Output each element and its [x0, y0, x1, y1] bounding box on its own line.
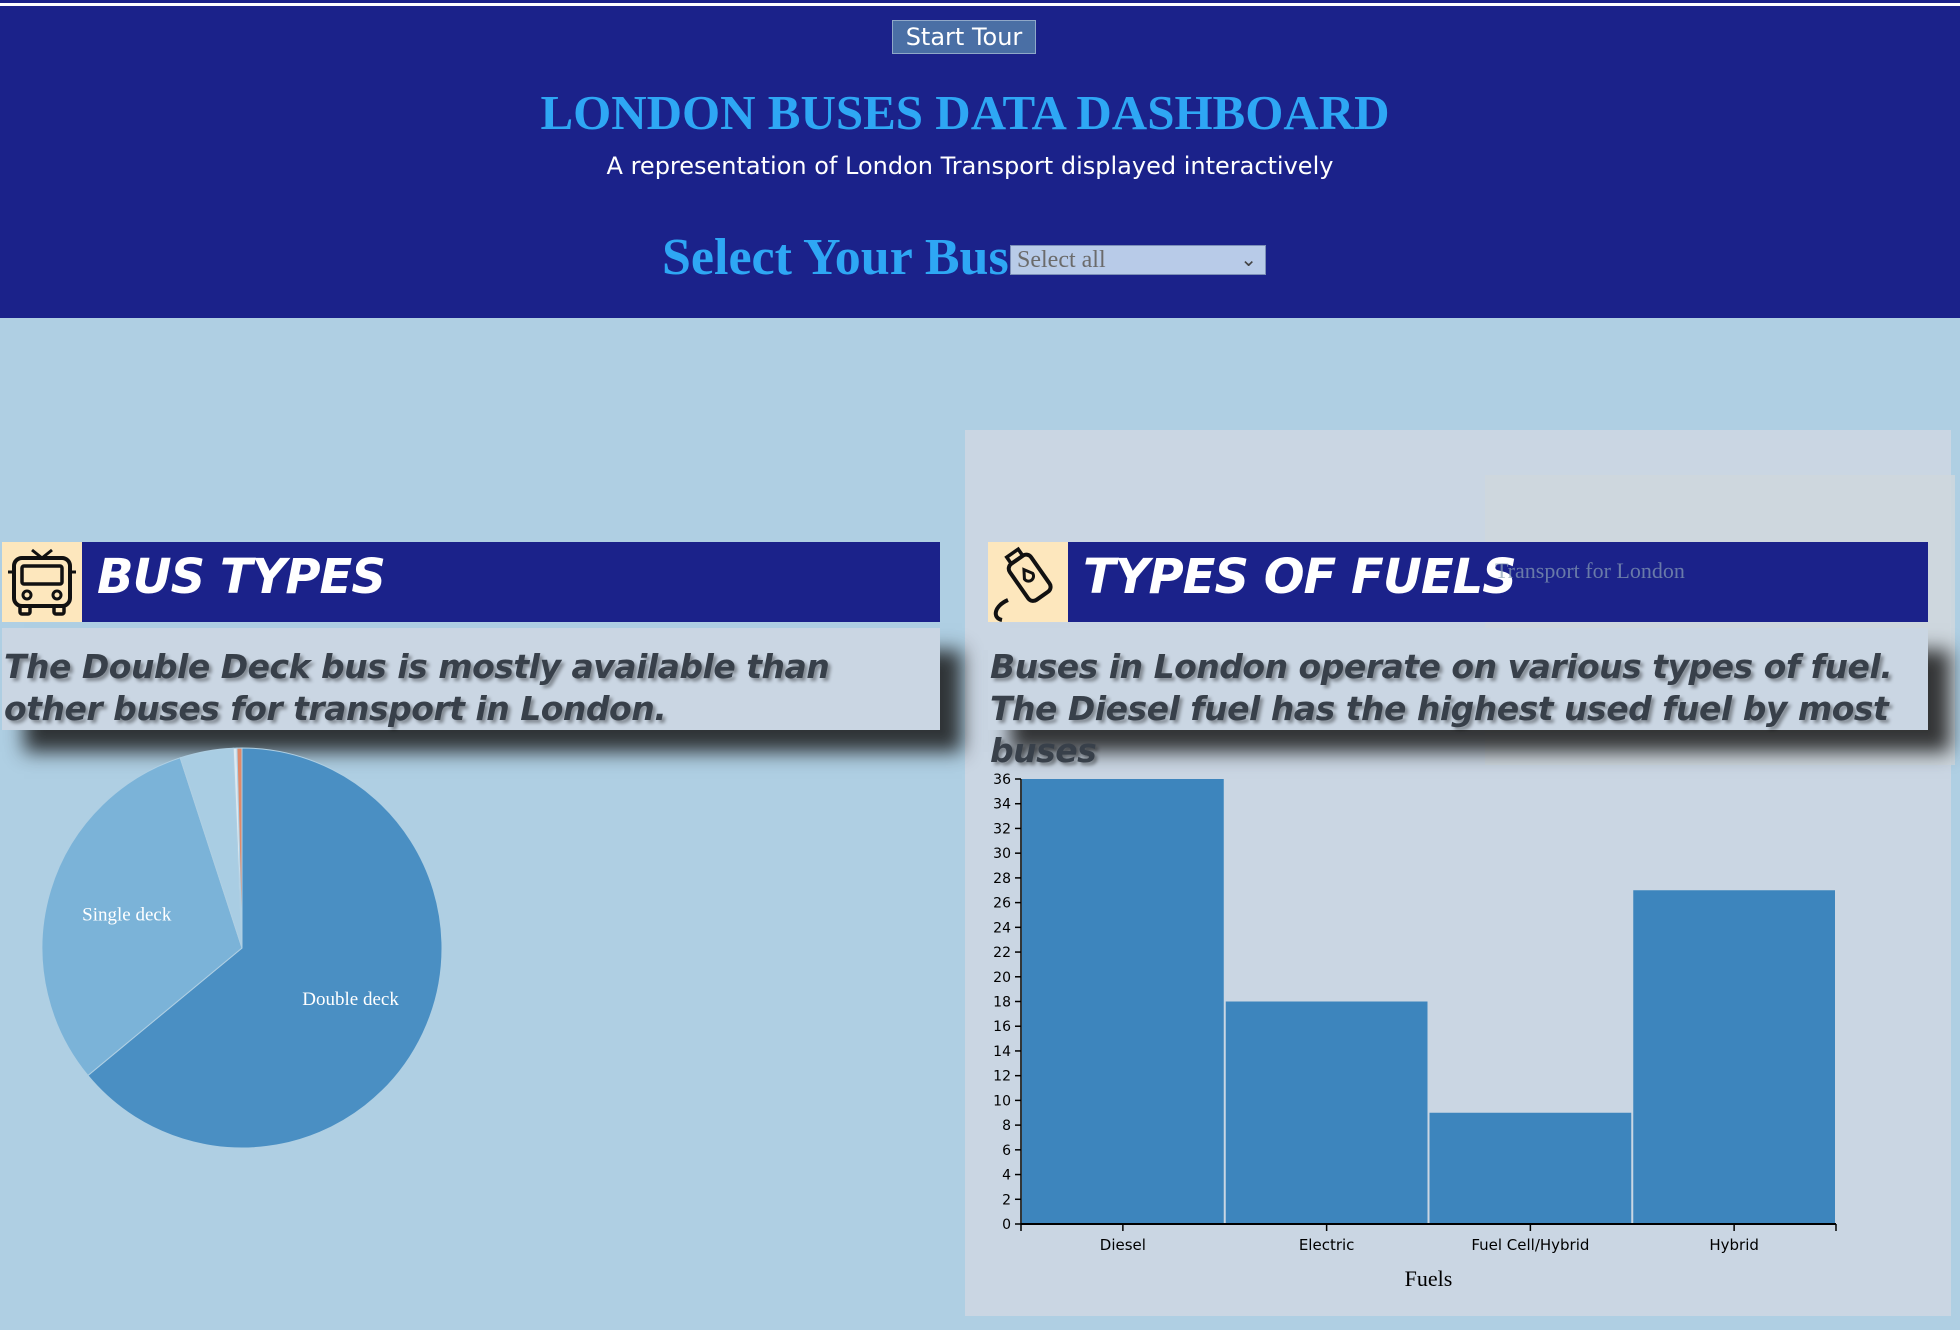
- bus-types-description: The Double Deck bus is mostly available …: [4, 647, 830, 728]
- watermark-text: Transport for London: [1495, 558, 1685, 583]
- y-tick-label: 30: [993, 846, 1011, 862]
- y-tick-label: 16: [993, 1019, 1011, 1035]
- y-tick-label: 4: [1002, 1168, 1011, 1184]
- top-rule: [0, 3, 1960, 6]
- y-tick-label: 2: [1002, 1192, 1011, 1208]
- fuel-pump-icon: [988, 542, 1068, 622]
- y-tick-label: 14: [993, 1044, 1011, 1060]
- bus-select-value: Select all: [1017, 247, 1106, 273]
- x-tick-label: Electric: [1299, 1236, 1355, 1254]
- select-bus-label: Select Your Bus: [662, 229, 1009, 286]
- fuels-heading: TYPES OF FUELS: [1083, 549, 1517, 605]
- y-tick-label: 34: [993, 797, 1011, 813]
- page-subtitle: A representation of London Transport dis…: [606, 152, 1334, 180]
- start-tour-button[interactable]: Start Tour: [892, 20, 1036, 54]
- bar[interactable]: [1225, 1001, 1428, 1225]
- x-tick-label: Hybrid: [1709, 1236, 1759, 1254]
- fuels-description: Buses in London operate on various types…: [990, 647, 1893, 770]
- y-tick-label: 10: [993, 1093, 1011, 1109]
- y-tick-label: 18: [993, 995, 1011, 1011]
- pie-chart-svg: Double deck Single deck: [41, 747, 443, 1149]
- y-tick-label: 8: [1002, 1118, 1011, 1134]
- bus-types-heading: BUS TYPES: [97, 549, 386, 605]
- bar-chart-svg: 024681012141618202224262830323436Diesel E…: [993, 772, 1837, 1291]
- bus-icon: [2, 542, 82, 622]
- fuels-bar-chart: 0 2 4 6 8 10 12 14 16 18 20 22 24 26 28 30 32 34 36 Diesel E…: [965, 760, 1865, 1300]
- y-tick-label: 12: [993, 1069, 1011, 1085]
- bar[interactable]: [1633, 890, 1835, 1224]
- bus-types-heading-bar: BUS TYPES: [2, 542, 940, 622]
- chevron-down-icon: ⌄: [1240, 249, 1257, 271]
- x-tick-label: Diesel: [1100, 1236, 1146, 1254]
- x-axis-label: Fuels: [1405, 1266, 1453, 1291]
- y-tick-label: 0: [1002, 1217, 1011, 1233]
- y-tick-label: 20: [993, 970, 1011, 986]
- page-title: LONDON BUSES DATA DASHBOARD: [540, 85, 1390, 140]
- bus-select-dropdown[interactable]: Select all ⌄: [1010, 245, 1266, 275]
- y-tick-label: 22: [993, 945, 1011, 961]
- y-tick-label: 32: [993, 821, 1011, 837]
- bar[interactable]: [1429, 1112, 1632, 1224]
- header: Start Tour LONDON BUSES DATA DASHBOARD A…: [0, 0, 1960, 318]
- y-tick-label: 26: [993, 896, 1011, 912]
- y-tick-label: 6: [1002, 1143, 1011, 1159]
- x-tick-label: Fuel Cell/Hybrid: [1471, 1236, 1589, 1254]
- bus-types-pie-chart: Double deck Single deck: [30, 735, 470, 1175]
- y-tick-label: 28: [993, 871, 1011, 887]
- fuels-heading-bar: TYPES OF FUELS: [988, 542, 1928, 622]
- y-tick-label: 36: [993, 772, 1011, 788]
- y-tick-label: 24: [993, 920, 1011, 936]
- pie-slice-label: Single deck: [82, 905, 172, 926]
- bar[interactable]: [1022, 779, 1224, 1224]
- pie-slice-label: Double deck: [302, 989, 399, 1010]
